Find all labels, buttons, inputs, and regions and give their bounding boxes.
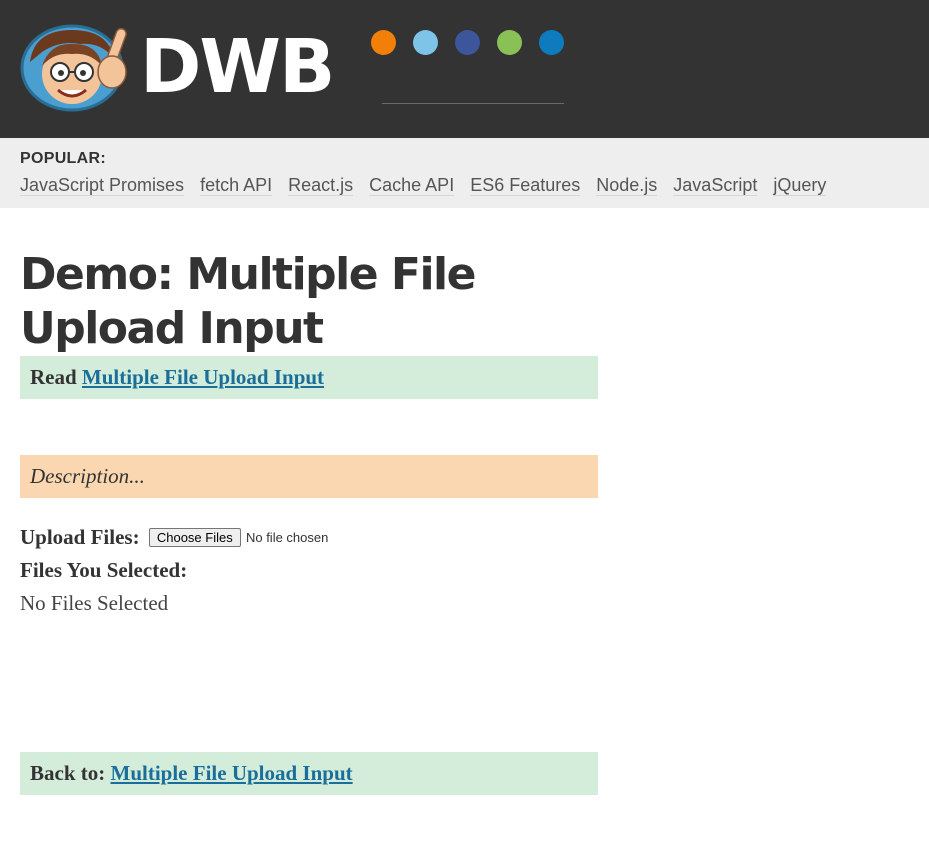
green-dot[interactable] [497,30,522,55]
blue-dot[interactable] [539,30,564,55]
popular-link[interactable]: JavaScript Promises [20,175,185,196]
read-prefix: Read [30,365,77,389]
description-bar: Description... [20,455,598,498]
no-file-chosen-text: No file chosen [245,530,329,545]
popular-bar: POPULAR: JavaScript Promises fetch API Rea… [0,138,929,208]
popular-link[interactable]: Node.js [596,175,658,196]
lightblue-dot[interactable] [413,30,438,55]
files-selected-label: Files You Selected: [20,558,188,582]
popular-link[interactable]: React.js [288,175,354,196]
main-content: Demo: Multiple File Upload Input Read Mu… [0,208,618,795]
popular-link[interactable]: JavaScript [673,175,758,196]
upload-row: Upload Files: Choose Files No file chose… [20,524,598,551]
page-title-line1: Demo: Multiple File [20,249,476,300]
page-title: Demo: Multiple File Upload Input [20,248,598,356]
site-header: DWB [0,0,929,138]
popular-link[interactable]: ES6 Features [470,175,581,196]
back-to-bar: Back to: Multiple File Upload Input [20,752,598,795]
back-article-link[interactable]: Multiple File Upload Input [111,761,353,785]
files-selected-value: No Files Selected [20,591,169,615]
popular-link[interactable]: Cache API [369,175,455,196]
read-article-bar: Read Multiple File Upload Input [20,356,598,399]
popular-link[interactable]: jQuery [773,175,827,196]
popular-links: JavaScript Promises fetch API React.js Cach… [20,174,929,196]
orange-dot[interactable] [371,30,396,55]
popular-link[interactable]: fetch API [200,175,273,196]
popular-label: POPULAR: [20,150,106,167]
choose-files-button[interactable]: Choose Files [148,528,241,547]
read-article-link[interactable]: Multiple File Upload Input [82,365,324,389]
logo-text[interactable]: DWB [140,22,335,112]
search-input-underline[interactable] [382,103,564,104]
navy-dot[interactable] [455,30,480,55]
back-prefix: Back to: [30,761,106,785]
mascot-icon [20,24,127,112]
page-title-line2: Upload Input [20,303,324,354]
upload-label: Upload Files: [20,525,140,549]
